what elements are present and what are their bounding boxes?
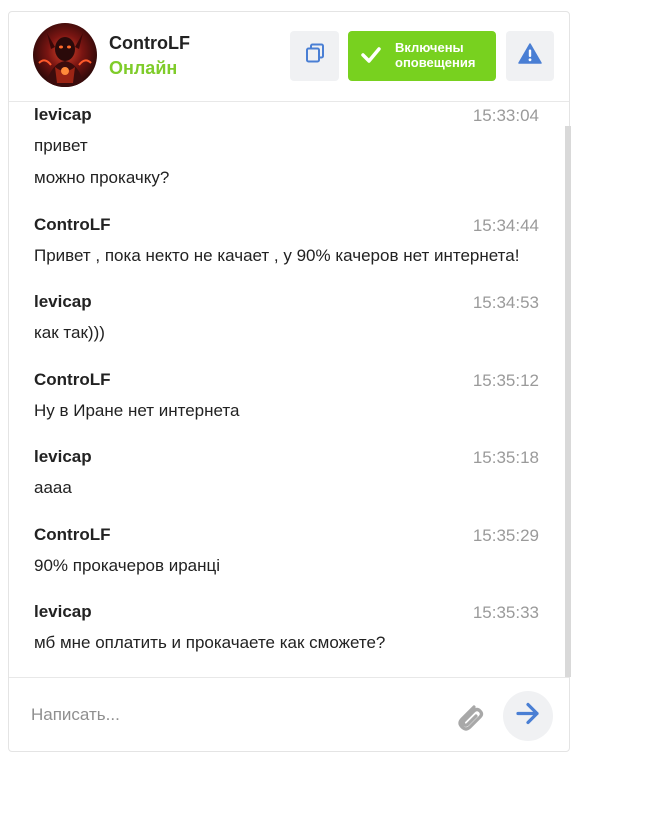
attach-button[interactable] (450, 698, 488, 736)
message-author: levicap (34, 602, 92, 621)
copy-icon (304, 43, 326, 70)
message-text: 90% прокачеров иранці (34, 556, 221, 575)
message-time: 15:34:44 (472, 216, 539, 235)
message: levicap 15:35:33 мб мне оплатить и прока… (34, 602, 539, 652)
user-name: ControLF (109, 33, 190, 53)
message-text: можно прокачку? (34, 168, 170, 187)
message-time: 15:33:04 (472, 106, 539, 125)
online-status: Онлайн (109, 58, 178, 78)
message-author: ControLF (34, 525, 111, 544)
message-input[interactable] (29, 696, 433, 734)
message-time: 15:34:53 (472, 293, 539, 312)
avatar[interactable] (33, 23, 97, 87)
message: levicap 15:33:04 привет можно прокачку? (34, 105, 539, 187)
message-author: ControLF (34, 370, 111, 389)
message-time: 15:35:12 (472, 371, 539, 390)
message: ControLF 15:34:44 Привет , пока некто не… (34, 215, 539, 265)
message-author: levicap (34, 105, 92, 124)
notifications-label-line1: Включены (395, 40, 464, 55)
warning-icon (518, 43, 542, 70)
message-text: аааа (34, 478, 72, 497)
copy-button[interactable] (290, 31, 339, 81)
message-author: levicap (34, 292, 92, 311)
message: levicap 15:34:53 как так))) (34, 292, 539, 342)
chat-window: ControLF Онлайн Включены оповещения levi… (8, 11, 571, 752)
message-text: Привет , пока некто не качает , у 90% ка… (34, 246, 520, 265)
message-author: ControLF (34, 215, 111, 234)
report-button[interactable] (506, 31, 554, 81)
notifications-label-line2: оповещения (395, 55, 476, 70)
message-author: levicap (34, 447, 92, 466)
message-time: 15:35:33 (472, 603, 539, 622)
avatar-image (33, 23, 97, 87)
message-text: Ну в Иране нет интернета (34, 401, 240, 420)
message-text: привет (34, 136, 88, 155)
chat-header: ControLF Онлайн Включены оповещения (9, 12, 569, 102)
scrollbar-thumb[interactable] (565, 126, 571, 677)
message-time: 15:35:18 (472, 448, 539, 467)
message: ControLF 15:35:29 90% прокачеров иранці (34, 525, 539, 575)
check-icon (360, 45, 382, 70)
paperclip-icon (450, 705, 488, 740)
message: ControLF 15:35:12 Ну в Иране нет интерне… (34, 370, 539, 420)
notifications-toggle-button[interactable]: Включены оповещения (348, 31, 496, 81)
message-text: как так))) (34, 323, 105, 342)
notifications-label: Включены оповещения (395, 40, 491, 70)
message-text: мб мне оплатить и прокачаете как сможете… (34, 633, 386, 652)
message-time: 15:35:29 (472, 526, 539, 545)
message: levicap 15:35:18 аааа (34, 447, 539, 497)
scrollbar[interactable] (565, 102, 571, 677)
composer (9, 677, 569, 752)
arrow-right-icon (515, 702, 541, 731)
send-button[interactable] (503, 691, 553, 741)
message-list[interactable]: levicap 15:33:04 привет можно прокачку? … (9, 102, 569, 677)
